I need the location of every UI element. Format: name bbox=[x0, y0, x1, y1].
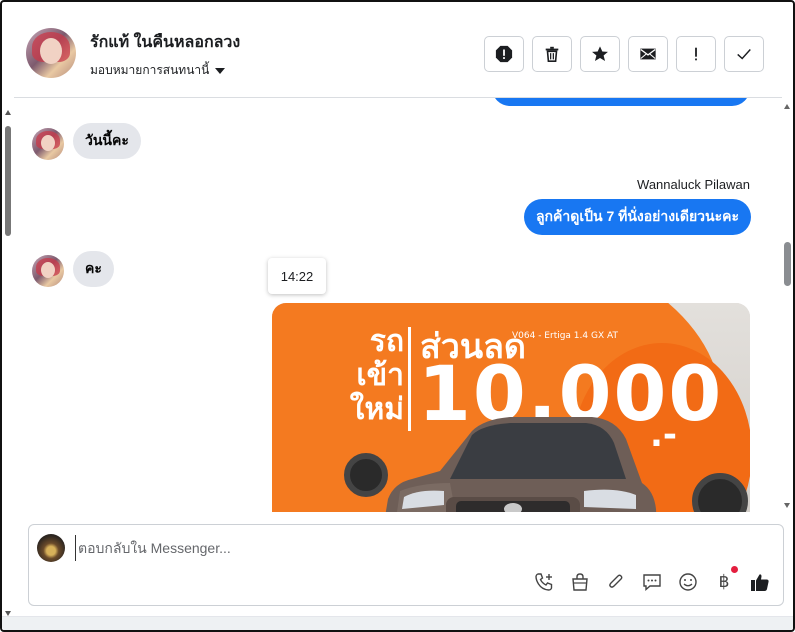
page-avatar bbox=[37, 534, 65, 562]
left-scrollbar[interactable] bbox=[4, 98, 12, 618]
header-actions bbox=[484, 36, 764, 72]
reply-input[interactable] bbox=[75, 535, 765, 561]
call-button[interactable] bbox=[533, 571, 555, 593]
follow-up-button[interactable] bbox=[676, 36, 716, 72]
exclamation-icon bbox=[695, 47, 697, 61]
mark-unread-button[interactable] bbox=[628, 36, 668, 72]
promo-line: รถ bbox=[369, 324, 404, 359]
image-attachment[interactable]: รถ เข้า ใหม่ ส่วนลด V064 - Ertiga 1.4 GX… bbox=[272, 303, 750, 512]
envelope-icon bbox=[640, 48, 656, 60]
star-icon bbox=[592, 46, 608, 62]
like-button[interactable] bbox=[749, 571, 771, 593]
scroll-down-arrow-icon[interactable] bbox=[784, 503, 790, 508]
star-button[interactable] bbox=[580, 36, 620, 72]
notification-dot bbox=[731, 566, 738, 573]
assign-label: มอบหมายการสนทนานี้ bbox=[90, 63, 210, 77]
scrollbar-thumb[interactable] bbox=[784, 242, 791, 286]
avatar-face bbox=[41, 135, 55, 151]
contact-name[interactable]: รักแท้ ในคืนหลอกลวง bbox=[90, 30, 240, 55]
contact-avatar-small[interactable] bbox=[32, 128, 64, 160]
chat-bubble-icon bbox=[643, 574, 661, 592]
model-code: V064 - Ertiga 1.4 GX AT bbox=[512, 331, 618, 341]
bottom-strip bbox=[2, 616, 793, 630]
thread-scrollbar[interactable] bbox=[781, 98, 793, 512]
shopping-bag-icon bbox=[572, 573, 588, 591]
like-icon bbox=[751, 574, 769, 591]
contact-avatar[interactable] bbox=[26, 28, 76, 78]
emoji-button[interactable] bbox=[677, 571, 699, 593]
message-thread[interactable]: วันนี้คะ Wannaluck Pilawan ลูกค้าดูเป็น … bbox=[14, 98, 780, 512]
attach-button[interactable] bbox=[605, 571, 627, 593]
scroll-up-arrow-icon[interactable] bbox=[5, 110, 11, 115]
payment-button[interactable]: ฿ bbox=[713, 566, 738, 593]
phone-add-icon bbox=[535, 573, 553, 591]
mark-done-button[interactable] bbox=[724, 36, 764, 72]
scrollbar-thumb[interactable] bbox=[5, 126, 11, 236]
baht-icon: ฿ bbox=[718, 572, 730, 591]
spam-button[interactable] bbox=[484, 36, 524, 72]
avatar-face bbox=[40, 38, 62, 64]
outgoing-message-bubble-partial bbox=[492, 98, 750, 106]
shop-button[interactable] bbox=[569, 571, 591, 593]
car-photo bbox=[385, 417, 657, 512]
outgoing-message-bubble[interactable]: ลูกค้าดูเป็น 7 ที่นั่งอย่างเดียวนะคะ bbox=[523, 199, 751, 235]
trash-icon bbox=[545, 46, 559, 63]
contact-avatar-small[interactable] bbox=[32, 255, 64, 287]
check-icon bbox=[737, 49, 751, 60]
delete-button[interactable] bbox=[532, 36, 572, 72]
inbox-conversation-window: รักแท้ ในคืนหลอกลวง มอบหมายการสนทนานี้ ว… bbox=[0, 0, 795, 632]
incoming-message-bubble[interactable]: คะ bbox=[73, 251, 114, 287]
scroll-up-arrow-icon[interactable] bbox=[784, 104, 790, 109]
message-timestamp-tooltip: 14:22 bbox=[268, 258, 326, 294]
tire-stack bbox=[344, 453, 388, 497]
paperclip-icon bbox=[609, 574, 623, 588]
alert-octagon-icon bbox=[495, 45, 513, 63]
avatar-face bbox=[41, 262, 55, 278]
reply-composer: ฿ bbox=[28, 524, 784, 606]
emoji-icon bbox=[679, 573, 697, 591]
saved-replies-button[interactable] bbox=[641, 571, 663, 593]
assign-conversation-dropdown[interactable]: มอบหมายการสนทนานี้ bbox=[90, 61, 226, 80]
incoming-message-bubble[interactable]: วันนี้คะ bbox=[73, 123, 141, 159]
composer-toolbar: ฿ bbox=[533, 566, 771, 593]
conversation-header: รักแท้ ในคืนหลอกลวง มอบหมายการสนทนานี้ bbox=[14, 10, 782, 98]
message-sender-name: Wannaluck Pilawan bbox=[637, 177, 750, 192]
chevron-down-icon bbox=[215, 67, 226, 74]
